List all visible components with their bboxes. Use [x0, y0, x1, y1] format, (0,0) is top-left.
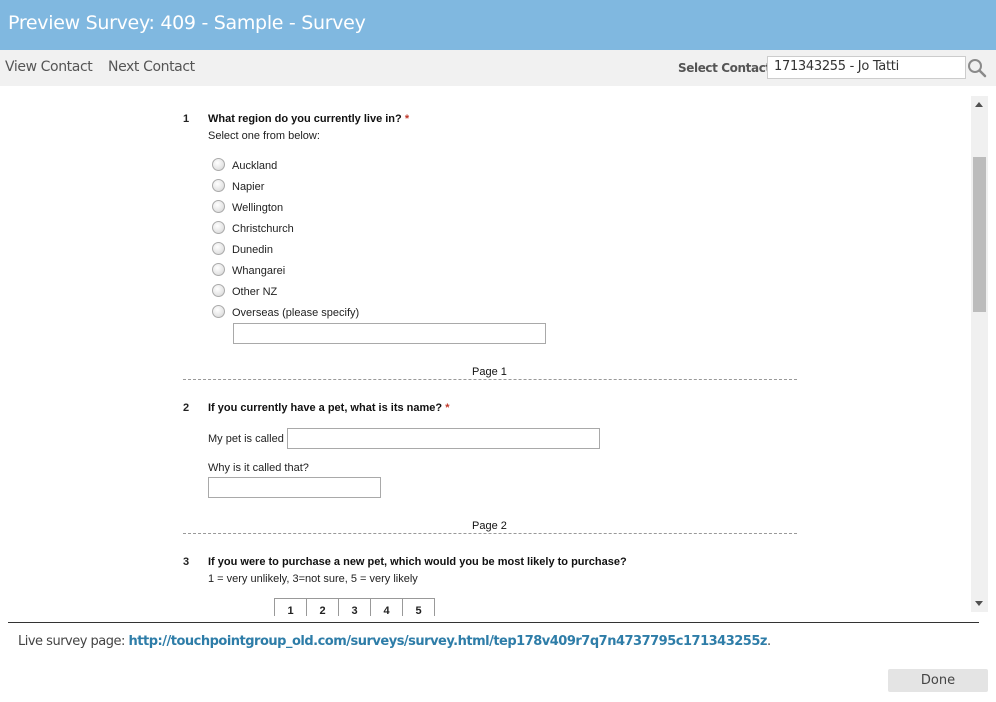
page-1-label: Page 1 [472, 366, 507, 378]
live-survey-suffix: . [766, 634, 771, 649]
select-contact-label: Select Contact [678, 61, 771, 75]
required-marker: * [445, 402, 450, 414]
radio-button[interactable] [212, 158, 225, 171]
page-2-label: Page 2 [472, 520, 507, 532]
rating-scale-header: 1 2 3 4 5 [274, 598, 435, 616]
scale-2: 2 [306, 598, 339, 616]
question-1-text: What region do you currently live in? * [208, 113, 409, 125]
option-label: Overseas (please specify) [232, 307, 360, 319]
radio-button[interactable] [212, 305, 225, 318]
vertical-scrollbar[interactable] [971, 96, 988, 612]
radio-button[interactable] [212, 200, 225, 213]
scroll-up-arrow-icon[interactable] [975, 102, 983, 107]
scroll-down-arrow-icon[interactable] [975, 601, 983, 606]
scrollbar-thumb[interactable] [973, 157, 986, 312]
survey-preview-pane: 1 What region do you currently live in? … [0, 86, 972, 616]
option-label: Other NZ [232, 286, 278, 298]
scale-3: 3 [338, 598, 371, 616]
page-break-divider [183, 533, 797, 534]
radio-button[interactable] [212, 284, 225, 297]
page-break-divider [183, 379, 797, 380]
option-label: Auckland [232, 160, 278, 172]
pet-name-input[interactable] [287, 428, 600, 449]
radio-button[interactable] [212, 242, 225, 255]
option-label: Napier [232, 181, 265, 193]
question-1-number: 1 [183, 113, 190, 125]
radio-button[interactable] [212, 179, 225, 192]
radio-button[interactable] [212, 263, 225, 276]
question-1-instruction: Select one from below: [208, 130, 320, 142]
footer-divider [8, 622, 979, 623]
live-survey-label: Live survey page: [18, 634, 129, 649]
scale-4: 4 [370, 598, 403, 616]
option-label: Wellington [232, 202, 284, 214]
done-button[interactable]: Done [888, 669, 988, 692]
live-survey-link[interactable]: http://touchpointgroup_old.com/surveys/s… [129, 634, 768, 649]
scale-1: 1 [274, 598, 307, 616]
select-contact-input[interactable]: 171343255 - Jo Tatti [767, 56, 966, 79]
question-2-label: If you currently have a pet, what is its… [208, 402, 443, 414]
question-3-number: 3 [183, 556, 190, 568]
question-2-text: If you currently have a pet, what is its… [208, 402, 449, 414]
pet-name-reason-input[interactable] [208, 477, 381, 498]
question-3-text: If you were to purchase a new pet, which… [208, 556, 627, 568]
scale-5: 5 [402, 598, 435, 616]
question-1-label: What region do you currently live in? [208, 113, 402, 125]
view-contact-link[interactable]: View Contact [5, 59, 93, 75]
option-label: Dunedin [232, 244, 273, 256]
pet-name-label: My pet is called [208, 433, 284, 445]
pet-name-reason-label: Why is it called that? [208, 462, 309, 474]
window-title: Preview Survey: 409 - Sample - Survey [8, 12, 366, 34]
option-label: Whangarei [232, 265, 286, 277]
overseas-specify-input[interactable] [233, 323, 546, 344]
radio-button[interactable] [212, 221, 225, 234]
question-2-number: 2 [183, 402, 190, 414]
required-marker: * [404, 113, 410, 125]
rating-scale-table: 1 2 3 4 5 [274, 598, 435, 616]
question-3-instruction: 1 = very unlikely, 3=not sure, 5 = very … [208, 573, 418, 585]
live-survey-info: Live survey page: http://touchpointgroup… [18, 634, 771, 649]
option-label: Christchurch [232, 223, 294, 235]
search-icon[interactable] [966, 57, 988, 79]
title-bar: Preview Survey: 409 - Sample - Survey [0, 0, 996, 50]
toolbar: View Contact Next Contact Select Contact… [0, 50, 996, 86]
next-contact-link[interactable]: Next Contact [108, 59, 195, 75]
